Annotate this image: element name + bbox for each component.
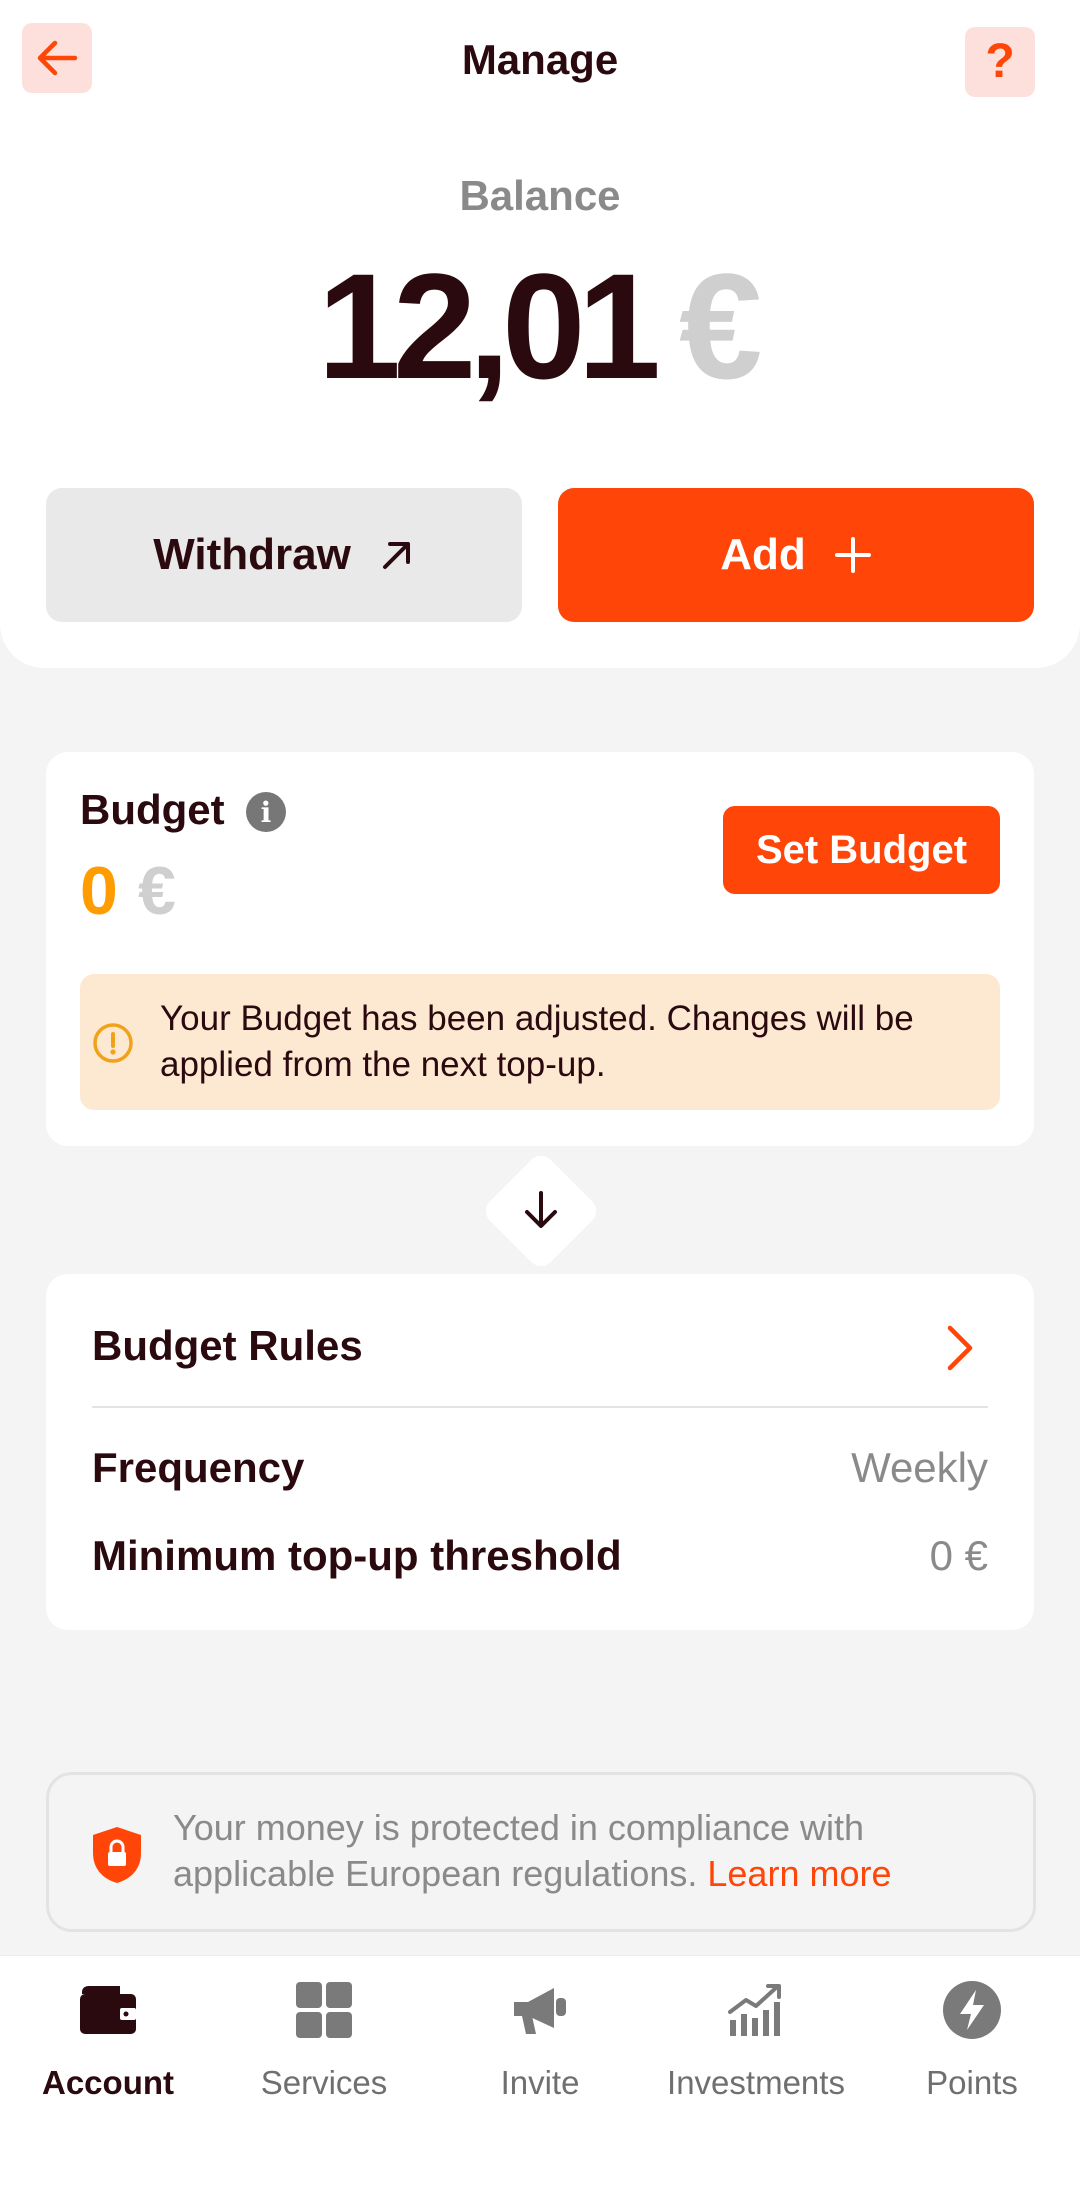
plus-icon bbox=[834, 536, 872, 574]
nav-label-investments: Investments bbox=[667, 2064, 845, 2101]
add-button[interactable]: Add bbox=[558, 488, 1034, 622]
budget-notice-text: Your Budget has been adjusted. Changes w… bbox=[160, 999, 914, 1084]
add-label: Add bbox=[720, 530, 806, 579]
nav-label-account: Account bbox=[42, 2064, 174, 2101]
bolt-icon bbox=[943, 1981, 1001, 2039]
protection-notice: Your money is protected in compliance wi… bbox=[46, 1772, 1036, 1932]
warning-info-icon bbox=[93, 1023, 133, 1063]
nav-item-account[interactable]: Account bbox=[0, 1974, 216, 2114]
nav-label-invite: Invite bbox=[500, 2064, 580, 2101]
info-icon[interactable]: i bbox=[246, 792, 286, 832]
question-icon: ? bbox=[985, 35, 1015, 88]
budget-card: Budget i 0 € Set Budget Your Budget has … bbox=[46, 752, 1034, 1146]
nav-label-services: Services bbox=[260, 2064, 388, 2101]
frequency-value: Weekly bbox=[851, 1444, 988, 1491]
budget-rules-title: Budget Rules bbox=[92, 1322, 363, 1369]
nav-item-invite[interactable]: Invite bbox=[432, 1974, 648, 2114]
threshold-value: 0 € bbox=[929, 1532, 988, 1579]
budget-rules-card[interactable]: Budget Rules Frequency Weekly Minimum to… bbox=[46, 1274, 1034, 1630]
budget-currency: € bbox=[138, 853, 176, 929]
shield-lock-icon bbox=[93, 1827, 141, 1883]
budget-amount: 0 bbox=[80, 853, 118, 929]
arrow-down-icon bbox=[513, 1181, 569, 1239]
arrow-up-right-icon bbox=[379, 537, 415, 573]
page-title: Manage bbox=[461, 36, 619, 83]
grid-icon bbox=[296, 1982, 352, 2038]
nav-item-points[interactable]: Points bbox=[864, 1974, 1080, 2114]
balance-amount: 12,01 bbox=[317, 242, 661, 410]
budget-title: Budget bbox=[80, 786, 225, 833]
budget-notice: Your Budget has been adjusted. Changes w… bbox=[80, 974, 1000, 1110]
protection-text: Your money is protected in compliance wi… bbox=[173, 1805, 1013, 1897]
chart-icon bbox=[728, 1984, 781, 2036]
balance-label: Balance bbox=[459, 172, 621, 219]
withdraw-label: Withdraw bbox=[153, 530, 351, 579]
balance-currency: € bbox=[678, 242, 763, 410]
learn-more-link[interactable]: Learn more bbox=[707, 1853, 891, 1894]
threshold-label: Minimum top-up threshold bbox=[92, 1532, 622, 1579]
nav-label-points: Points bbox=[926, 2064, 1018, 2101]
bottom-navigation: Account Services Invite Investments Poin… bbox=[0, 1955, 1080, 2195]
megaphone-icon bbox=[514, 1988, 566, 2034]
set-budget-button[interactable]: Set Budget bbox=[723, 806, 1000, 894]
nav-item-investments[interactable]: Investments bbox=[648, 1974, 864, 2114]
balance-panel: Manage ? Balance 12,01 € Withdraw Add bbox=[0, 0, 1080, 668]
balance-value: 12,01 € bbox=[0, 240, 1080, 413]
divider bbox=[92, 1406, 988, 1408]
help-button[interactable]: ? bbox=[965, 27, 1035, 97]
withdraw-button[interactable]: Withdraw bbox=[46, 488, 522, 622]
wallet-icon bbox=[80, 1986, 136, 2034]
chevron-right-icon[interactable] bbox=[938, 1322, 982, 1374]
frequency-label: Frequency bbox=[92, 1444, 305, 1491]
nav-item-services[interactable]: Services bbox=[216, 1974, 432, 2114]
